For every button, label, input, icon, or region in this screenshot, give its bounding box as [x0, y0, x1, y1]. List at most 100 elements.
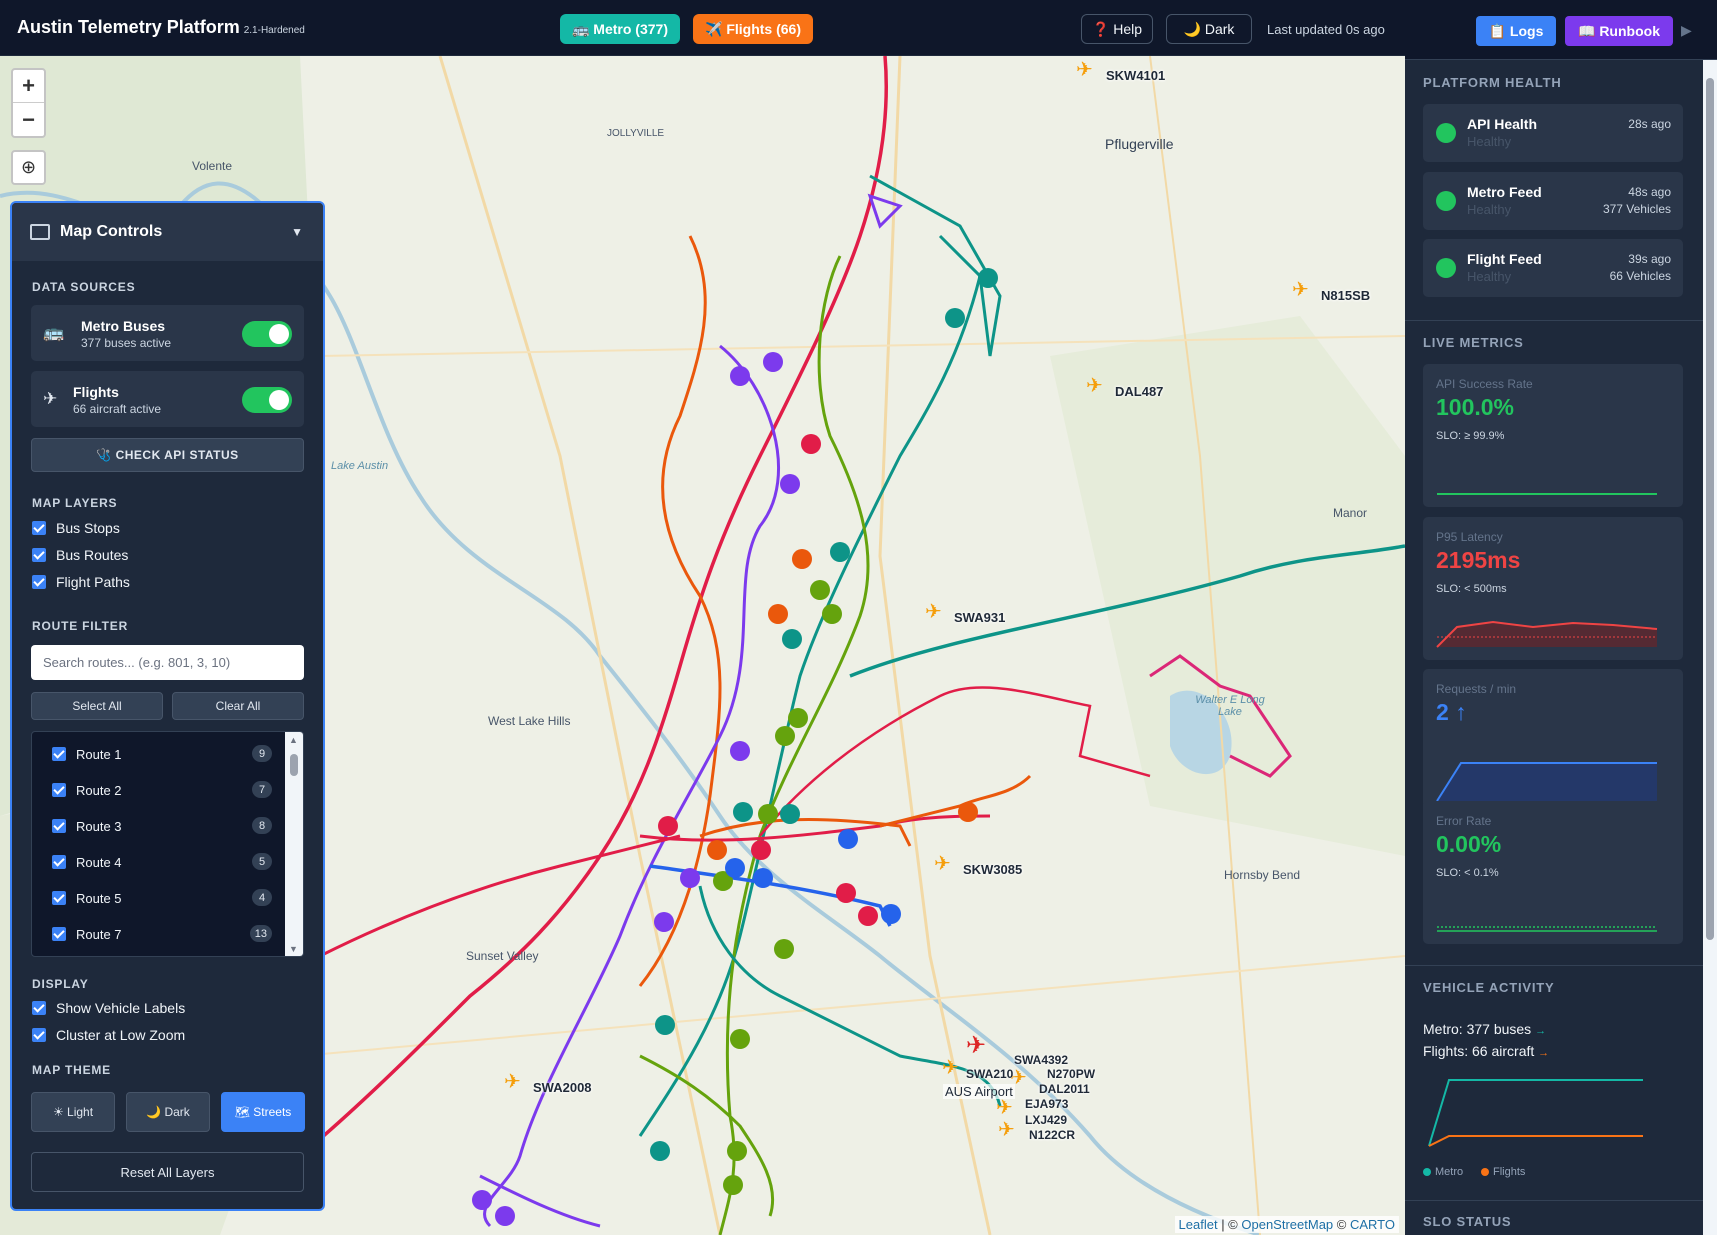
osm-link[interactable]: OpenStreetMap [1241, 1217, 1333, 1232]
check-api-status-button[interactable]: 🩺 CHECK API STATUS [31, 438, 304, 472]
plane-icon: ✈ [43, 389, 58, 408]
checkbox[interactable] [32, 1001, 46, 1015]
route-item[interactable]: Route 38 [52, 814, 272, 838]
checkbox[interactable] [32, 575, 46, 589]
last-updated-text: Last updated 0s ago [1267, 22, 1385, 37]
checkbox[interactable] [52, 855, 66, 869]
route-list-scrollbar[interactable]: ▲ ▼ [285, 732, 303, 956]
route-item[interactable]: Route 54 [52, 886, 272, 910]
dark-mode-button[interactable]: 🌙 Dark [1166, 14, 1252, 44]
map-controls-header[interactable]: Map Controls ▼ [12, 203, 323, 261]
status-dot [1436, 191, 1456, 211]
plane-icon[interactable]: ✈ [1076, 60, 1093, 80]
source-metro-card: 🚌 Metro Buses 377 buses active [31, 305, 304, 361]
sidebar-scrollbar[interactable] [1703, 60, 1717, 1235]
layer-bus-routes[interactable]: Bus Routes [32, 547, 128, 563]
metro-toggle[interactable] [242, 321, 292, 347]
scroll-up-icon[interactable]: ▲ [289, 735, 298, 745]
plane-icon[interactable]: ✈ [925, 602, 942, 622]
layer-bus-stops[interactable]: Bus Stops [32, 520, 120, 536]
checkbox[interactable] [32, 1028, 46, 1042]
source-flights-card: ✈ Flights 66 aircraft active [31, 371, 304, 427]
logs-button[interactable]: 📋 Logs [1476, 16, 1556, 46]
map-canvas[interactable]: + − ⊕ Volente JOLLYVILLE Pflugerville La… [0, 56, 1405, 1235]
vehicle-activity-title: VEHICLE ACTIVITY [1423, 980, 1555, 995]
chevron-down-icon[interactable]: ▼ [291, 225, 303, 239]
checkbox[interactable] [52, 783, 66, 797]
scroll-thumb[interactable] [1706, 78, 1714, 940]
theme-light-button[interactable]: ☀ Light [31, 1092, 115, 1132]
flight-label: SWA4392 [1014, 1053, 1069, 1067]
route-item[interactable]: Route 7 13 [52, 922, 272, 946]
metric-card-requests: Requests / min 2 ↑ [1423, 669, 1683, 812]
collapse-arrow-icon[interactable]: ▶ [1681, 22, 1692, 39]
metric-card-error: Error Rate 0.00% SLO: < 0.1% [1423, 801, 1683, 944]
health-card-metro: Metro Feed Healthy 48s ago 377 Vehicles [1423, 172, 1683, 230]
health-card-api: API Health Healthy 28s ago [1423, 104, 1683, 162]
checkbox[interactable] [32, 548, 46, 562]
map-controls-title: Map Controls [60, 223, 163, 240]
flight-label: N122CR [1029, 1128, 1076, 1142]
place-label: Manor [1333, 506, 1368, 520]
checkbox[interactable] [52, 927, 66, 941]
cluster-low-zoom[interactable]: Cluster at Low Zoom [32, 1027, 185, 1043]
show-vehicle-labels[interactable]: Show Vehicle Labels [32, 1000, 185, 1016]
select-all-button[interactable]: Select All [31, 692, 163, 720]
reset-layers-button[interactable]: Reset All Layers [31, 1152, 304, 1192]
help-button[interactable]: ❓ Help [1081, 14, 1153, 44]
route-count-badge: 5 [252, 853, 272, 870]
activity-chart [1428, 1079, 1643, 1147]
sparkline [1436, 620, 1658, 648]
flight-label: SKW3085 [963, 862, 1023, 877]
plane-icon[interactable]: ✈ [966, 1034, 986, 1058]
panel-icon [30, 224, 50, 240]
flights-toggle[interactable] [242, 387, 292, 413]
clear-all-button[interactable]: Clear All [172, 692, 304, 720]
theme-dark-button[interactable]: 🌙 Dark [126, 1092, 210, 1132]
plane-icon[interactable]: ✈ [504, 1072, 521, 1092]
scroll-thumb[interactable] [290, 754, 298, 776]
app-version: 2.1-Hardened [243, 25, 305, 36]
zoom-in-button[interactable]: + [13, 70, 44, 103]
metric-card-success: API Success Rate 100.0% SLO: ≥ 99.9% [1423, 364, 1683, 507]
flight-label: SWA210 [966, 1067, 1014, 1081]
route-count-badge: 9 [252, 745, 272, 762]
route-item[interactable]: Route 27 [52, 778, 272, 802]
plane-icon[interactable]: ✈ [1086, 376, 1103, 396]
leaflet-link[interactable]: Leaflet [1179, 1217, 1218, 1232]
locate-button[interactable]: ⊕ [11, 150, 46, 185]
sparkline [1437, 926, 1657, 932]
route-search-input[interactable] [31, 645, 304, 680]
plane-icon[interactable]: ✈ [934, 854, 951, 874]
flight-label: N270PW [1047, 1067, 1096, 1081]
carto-link[interactable]: CARTO [1350, 1217, 1395, 1232]
flight-label: SKW4101 [1106, 68, 1166, 83]
layer-flight-paths[interactable]: Flight Paths [32, 574, 130, 590]
route-item[interactable]: Route 45 [52, 850, 272, 874]
metro-activity-text: Metro: 377 buses → [1423, 1021, 1547, 1037]
checkbox[interactable] [32, 521, 46, 535]
scroll-down-icon[interactable]: ▼ [289, 944, 298, 954]
runbook-button[interactable]: 📖 Runbook [1565, 16, 1673, 46]
plane-icon[interactable]: ✈ [942, 1058, 959, 1078]
checkbox[interactable] [52, 819, 66, 833]
bus-icon: 🚌 [43, 323, 65, 342]
flights-count-button[interactable]: ✈️ Flights (66) [693, 14, 813, 44]
platform-health-title: PLATFORM HEALTH [1423, 75, 1562, 90]
route-list[interactable]: Route 19 Route 27 Route 38 Route 45 Rout… [31, 731, 304, 957]
checkbox[interactable] [52, 891, 66, 905]
route-count-badge: 7 [252, 781, 272, 798]
checkbox[interactable] [52, 747, 66, 761]
status-dot [1436, 123, 1456, 143]
plane-icon[interactable]: ✈ [996, 1098, 1013, 1118]
sparkline [1436, 762, 1657, 802]
route-item[interactable]: Route 19 [52, 742, 272, 766]
zoom-out-button[interactable]: − [13, 103, 44, 136]
map-attribution: Leaflet | © OpenStreetMap © CARTO [1174, 1216, 1399, 1233]
plane-icon[interactable]: ✈ [998, 1120, 1015, 1140]
theme-streets-button[interactable]: 🗺 Streets [221, 1092, 305, 1132]
section-display: DISPLAY [32, 977, 89, 991]
section-map-layers: MAP LAYERS [32, 496, 118, 510]
metro-count-button[interactable]: 🚌 Metro (377) [560, 14, 680, 44]
plane-icon[interactable]: ✈ [1292, 280, 1309, 300]
